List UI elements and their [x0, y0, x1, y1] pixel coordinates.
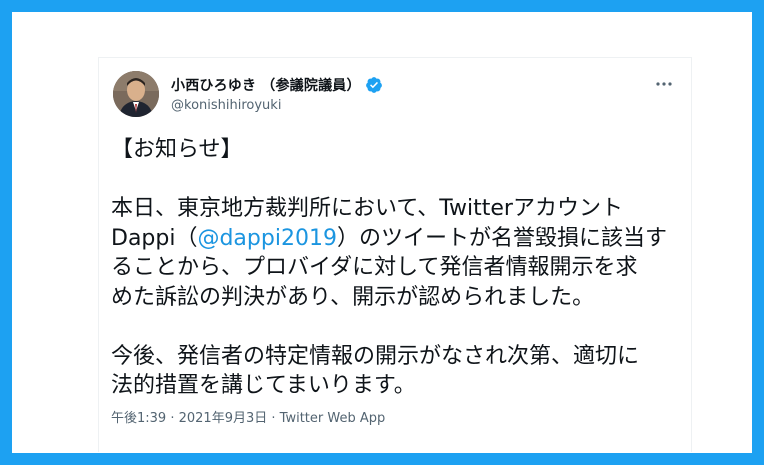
tweet-time[interactable]: 午後1:39 — [111, 411, 166, 426]
meta-separator: · — [166, 411, 179, 426]
tweet-line: Dappi（@dappi2019）のツイートが名誉毀損に該当す — [111, 224, 681, 254]
divider — [99, 57, 691, 58]
tweet-source: Twitter Web App — [279, 411, 386, 426]
tweet-metadata: 午後1:39 · 2021年9月3日 · Twitter Web App — [111, 407, 385, 426]
meta-separator: · — [267, 411, 280, 426]
tweet-text-segment: ）のツイートが名誉毀損に該当す — [336, 225, 667, 251]
more-horizontal-icon[interactable] — [653, 75, 675, 93]
tweet-text-segment: Dappi（ — [111, 225, 198, 251]
verified-badge-icon — [365, 76, 383, 94]
tweet-line: 法的措置を講じてまいります。 — [111, 373, 416, 398]
avatar[interactable] — [113, 71, 159, 117]
author-handle[interactable]: @konishihiroyuki — [171, 98, 281, 113]
tweet-text: 【お知らせ】 本日、東京地方裁判所において、Twitterアカウント Dappi… — [111, 135, 681, 401]
author-name-row[interactable]: 小西ひろゆき （参議院議員） — [171, 75, 383, 95]
tweet-card: 小西ひろゆき （参議院議員） @konishihiroyuki 【お知らせ】 本… — [98, 57, 692, 452]
tweet-date[interactable]: 2021年9月3日 — [179, 411, 268, 426]
author-display-name[interactable]: 小西ひろゆき （参議院議員） — [171, 75, 361, 95]
tweet-line: めた訴訟の判決があり、開示が認められました。 — [111, 284, 595, 310]
tweet-line: ることから、プロバイダに対して発信者情報開示を求 — [111, 255, 638, 280]
tweet-line: 本日、東京地方裁判所において、Twitterアカウント — [111, 196, 623, 221]
tweet-embed-frame: 小西ひろゆき （参議院議員） @konishihiroyuki 【お知らせ】 本… — [12, 12, 752, 453]
mention-link[interactable]: @dappi2019 — [197, 226, 336, 251]
tweet-heading: 【お知らせ】 — [111, 137, 243, 162]
tweet-line: 今後、発信者の特定情報の開示がなされ次第、適切に — [111, 343, 640, 369]
